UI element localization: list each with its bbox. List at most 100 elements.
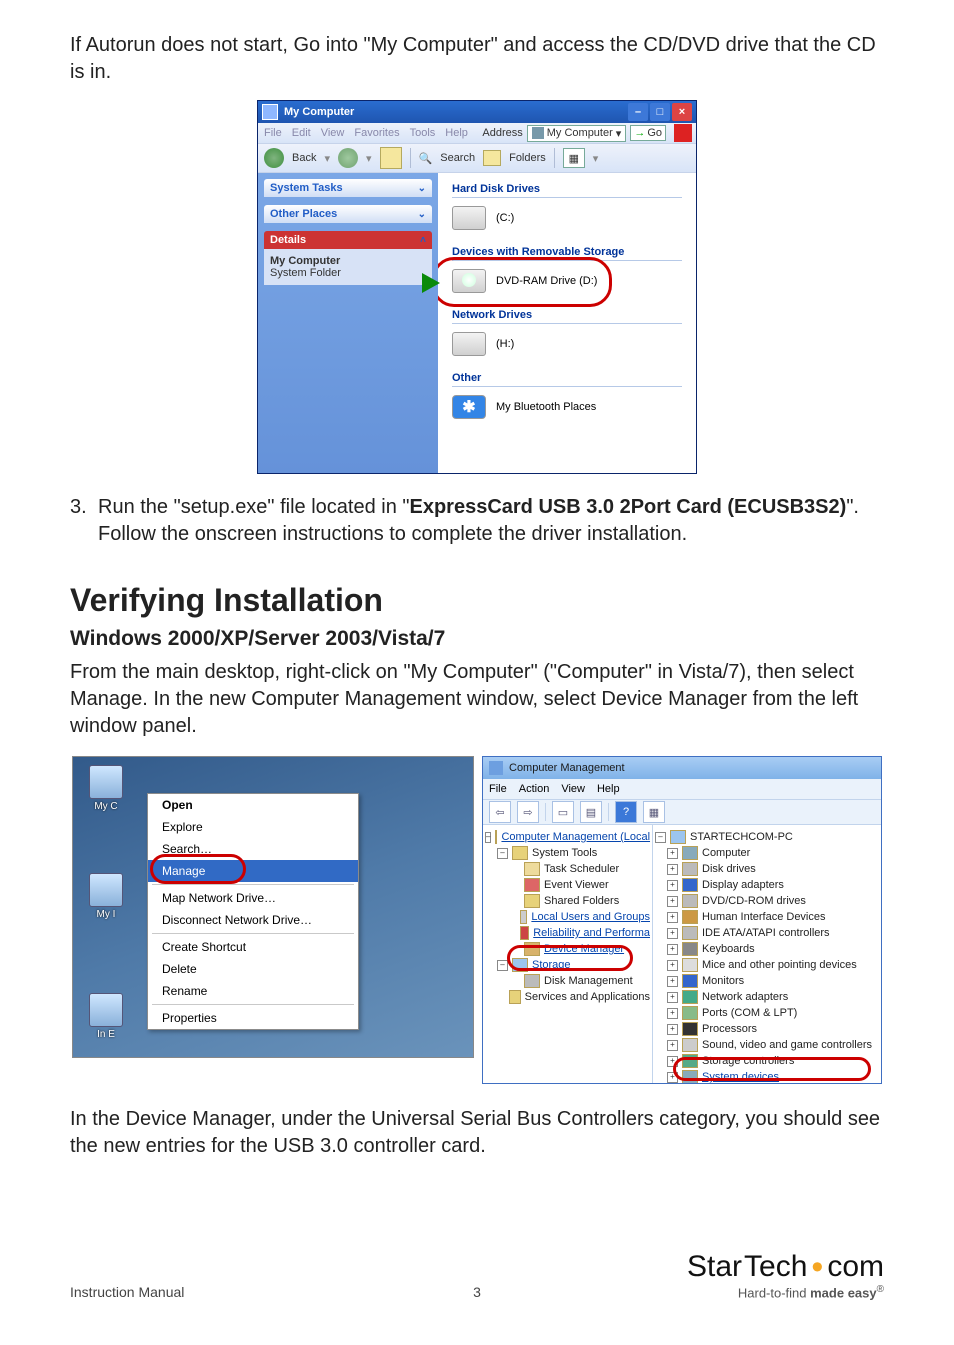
desktop-icon[interactable]: My I — [83, 873, 129, 920]
ctx-disconnect-drive[interactable]: Disconnect Network Drive… — [148, 909, 358, 931]
ctx-open[interactable]: Open — [148, 794, 358, 816]
expand-icon[interactable]: + — [667, 960, 678, 971]
up-folder-icon[interactable] — [380, 147, 402, 169]
dm-root[interactable]: STARTECHCOM-PC — [690, 831, 793, 843]
folders-icon[interactable] — [483, 150, 501, 166]
expand-icon[interactable]: + — [667, 912, 678, 923]
tree-icon — [682, 910, 698, 924]
chevron-down-icon[interactable]: ▾ — [616, 127, 622, 140]
verify-paragraph: From the main desktop, right-click on "M… — [70, 659, 884, 740]
cm-menu-view[interactable]: View — [561, 783, 585, 795]
cm-event-viewer[interactable]: Event Viewer — [544, 879, 609, 891]
expand-icon[interactable]: + — [667, 1040, 678, 1051]
dm-monitors[interactable]: Monitors — [702, 975, 744, 987]
dm-ide[interactable]: IDE ATA/ATAPI controllers — [702, 927, 830, 939]
expand-icon[interactable]: + — [667, 864, 678, 875]
chevron-icon[interactable]: ⌄ — [418, 183, 426, 194]
event-viewer-icon — [524, 878, 540, 892]
verifying-installation-heading: Verifying Installation — [70, 582, 884, 619]
menu-tools[interactable]: Tools — [410, 127, 436, 139]
help-icon[interactable]: ? — [615, 801, 637, 823]
go-button[interactable]: → Go — [630, 125, 666, 141]
dm-display[interactable]: Display adapters — [702, 879, 784, 891]
expand-icon[interactable]: + — [667, 1024, 678, 1035]
refresh-icon[interactable]: ▤ — [580, 801, 602, 823]
system-tasks-panel[interactable]: System Tasks — [270, 182, 343, 194]
expand-icon[interactable]: – — [497, 960, 508, 971]
minimize-button[interactable]: – — [628, 103, 648, 121]
drive-c[interactable]: (C:) — [452, 206, 682, 230]
expand-icon[interactable]: + — [667, 944, 678, 955]
cm-local-users[interactable]: Local Users and Groups — [531, 911, 650, 923]
back-icon[interactable] — [264, 148, 284, 168]
dm-keyboards[interactable]: Keyboards — [702, 943, 755, 955]
forward-icon[interactable] — [338, 148, 358, 168]
ctx-create-shortcut[interactable]: Create Shortcut — [148, 936, 358, 958]
menu-edit[interactable]: Edit — [292, 127, 311, 139]
cm-system-tools[interactable]: System Tools — [532, 847, 597, 859]
cm-task-scheduler[interactable]: Task Scheduler — [544, 863, 619, 875]
other-places-panel[interactable]: Other Places — [270, 208, 337, 220]
cm-reliability[interactable]: Reliability and Performa — [533, 927, 650, 939]
expand-icon[interactable]: + — [667, 1008, 678, 1019]
address-box[interactable]: My Computer ▾ — [527, 125, 627, 142]
dm-hid[interactable]: Human Interface Devices — [702, 911, 826, 923]
dm-disk[interactable]: Disk drives — [702, 863, 756, 875]
menu-favorites[interactable]: Favorites — [354, 127, 399, 139]
desktop-icon-mycomputer[interactable]: My C — [83, 765, 129, 812]
expand-icon[interactable]: – — [497, 848, 508, 859]
dm-dvd[interactable]: DVD/CD-ROM drives — [702, 895, 806, 907]
cm-menu-action[interactable]: Action — [519, 783, 550, 795]
menu-file[interactable]: File — [264, 127, 282, 139]
dm-sound[interactable]: Sound, video and game controllers — [702, 1039, 872, 1051]
properties-icon[interactable]: ▭ — [552, 801, 574, 823]
bluetooth-places[interactable]: ✱ My Bluetooth Places — [452, 395, 682, 419]
chevron-up-icon[interactable]: ˄ — [420, 235, 426, 246]
cm-menu-help[interactable]: Help — [597, 783, 620, 795]
search-icon[interactable]: 🔍 — [419, 152, 433, 165]
expand-icon[interactable]: + — [667, 992, 678, 1003]
back-arrow-icon[interactable]: ⇦ — [489, 801, 511, 823]
expand-icon[interactable]: + — [667, 880, 678, 891]
ctx-properties[interactable]: Properties — [148, 1007, 358, 1029]
maximize-button[interactable]: □ — [650, 103, 670, 121]
ctx-delete[interactable]: Delete — [148, 958, 358, 980]
search-label[interactable]: Search — [440, 152, 475, 164]
view-icon[interactable]: ▦ — [643, 801, 665, 823]
cm-shared-folders[interactable]: Shared Folders — [544, 895, 619, 907]
ctx-rename[interactable]: Rename — [148, 980, 358, 1002]
forward-arrow-icon[interactable]: ⇨ — [517, 801, 539, 823]
dm-ports[interactable]: Ports (COM & LPT) — [702, 1007, 797, 1019]
cm-window-title: Computer Management — [509, 762, 625, 774]
address-label: Address — [482, 127, 522, 139]
expand-icon[interactable]: + — [667, 848, 678, 859]
dm-mice[interactable]: Mice and other pointing devices — [702, 959, 857, 971]
cm-menu-file[interactable]: File — [489, 783, 507, 795]
details-panel[interactable]: Details — [270, 234, 306, 246]
cm-disk-mgmt[interactable]: Disk Management — [544, 975, 633, 987]
menu-help[interactable]: Help — [445, 127, 468, 139]
cm-root[interactable]: Computer Management (Local — [501, 831, 650, 843]
expand-icon[interactable]: – — [655, 832, 666, 843]
dot-icon: • — [811, 1262, 823, 1272]
expand-icon[interactable]: – — [485, 832, 491, 843]
dm-processors[interactable]: Processors — [702, 1023, 757, 1035]
chevron-icon[interactable]: ⌄ — [418, 209, 426, 220]
dm-network[interactable]: Network adapters — [702, 991, 788, 1003]
menu-view[interactable]: View — [321, 127, 345, 139]
close-button[interactable]: × — [672, 103, 692, 121]
drive-h[interactable]: (H:) — [452, 332, 682, 356]
cm-services[interactable]: Services and Applications — [525, 991, 650, 1003]
expand-icon[interactable]: + — [667, 928, 678, 939]
dm-computer[interactable]: Computer — [702, 847, 750, 859]
expand-icon[interactable]: + — [667, 896, 678, 907]
view-icon[interactable]: ▦ — [563, 148, 585, 168]
desktop-icon[interactable]: In E — [83, 993, 129, 1040]
expand-icon[interactable]: + — [667, 976, 678, 987]
step-number: 3. — [70, 494, 98, 548]
tree-icon — [682, 1006, 698, 1020]
ctx-map-drive[interactable]: Map Network Drive… — [148, 887, 358, 909]
tree-icon — [682, 846, 698, 860]
folders-label[interactable]: Folders — [509, 152, 546, 164]
ctx-explore[interactable]: Explore — [148, 816, 358, 838]
